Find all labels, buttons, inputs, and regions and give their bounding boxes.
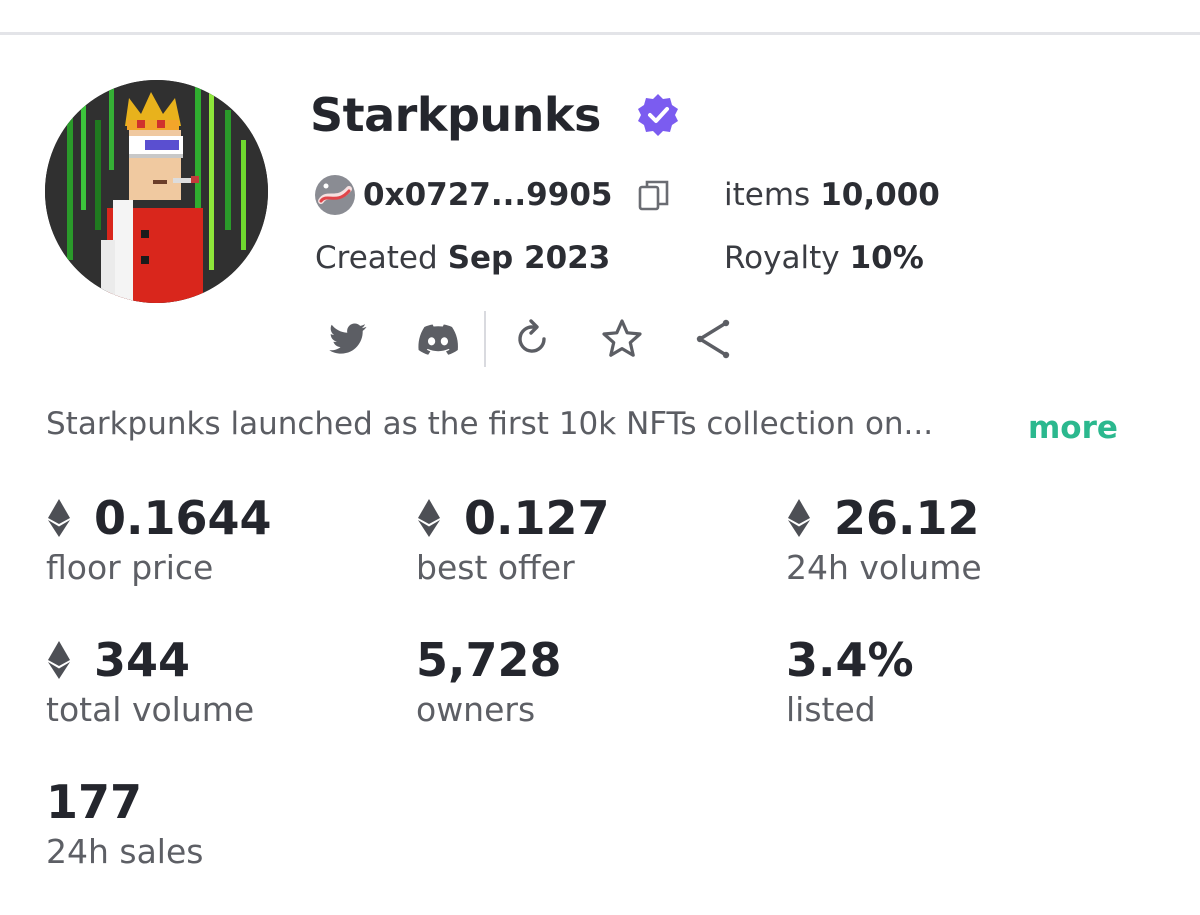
stat-value: 344 <box>94 633 191 687</box>
stat-label: listed <box>786 690 876 729</box>
stat-owners: 5,728 owners <box>416 632 562 729</box>
stat-value: 26.12 <box>834 491 980 545</box>
discord-link[interactable] <box>410 311 466 367</box>
stat-value: 177 <box>46 775 143 829</box>
stat-label: floor price <box>46 548 214 587</box>
stat-24h-sales: 177 24h sales <box>46 774 203 871</box>
stat-listed: 3.4% listed <box>786 632 914 729</box>
more-link[interactable]: more <box>1028 410 1118 446</box>
created-date: Created Sep 2023 <box>315 236 610 280</box>
collection-name: Starkpunks <box>310 88 601 142</box>
collection-description: Starkpunks launched as the first 10k NFT… <box>46 406 934 442</box>
contract-address-row: 0x0727...9905 <box>313 172 672 218</box>
twitter-icon <box>329 323 367 354</box>
star-icon <box>602 319 642 357</box>
stat-value: 0.1644 <box>94 491 272 545</box>
refresh-button[interactable] <box>504 311 560 367</box>
discord-icon <box>418 324 458 355</box>
royalty-label: Royalty <box>724 240 840 276</box>
stat-label: best offer <box>416 548 575 587</box>
avatar-image <box>45 80 268 303</box>
stat-label: 24h sales <box>46 832 204 871</box>
eth-icon <box>418 499 440 537</box>
refresh-icon <box>518 319 546 353</box>
items-count: items 10,000 <box>724 172 940 218</box>
twitter-link[interactable] <box>320 311 376 367</box>
actions-divider <box>484 311 486 367</box>
collection-avatar <box>45 80 268 303</box>
favorite-button[interactable] <box>594 311 650 367</box>
created-label: Created <box>315 240 438 276</box>
items-value: 10,000 <box>820 177 940 213</box>
share-button[interactable] <box>684 311 740 367</box>
top-divider <box>0 32 1200 35</box>
share-icon <box>696 319 730 359</box>
items-label: items <box>724 177 811 213</box>
verified-badge-icon <box>637 94 678 136</box>
copy-icon[interactable] <box>636 177 672 213</box>
stat-floor-price: 0.1644 floor price <box>46 490 272 587</box>
stat-24h-volume: 26.12 24h volume <box>786 490 982 587</box>
starknet-logo-icon <box>315 175 355 215</box>
royalty: Royalty 10% <box>724 236 924 280</box>
stat-value: 5,728 <box>416 633 562 687</box>
contract-address: 0x0727...9905 <box>363 177 613 213</box>
stat-value: 3.4% <box>786 633 914 687</box>
eth-icon <box>788 499 810 537</box>
eth-icon <box>48 499 70 537</box>
collection-title-row: Starkpunks <box>310 86 681 144</box>
collection-actions <box>320 310 740 368</box>
stat-total-volume: 344 total volume <box>46 632 254 729</box>
stat-label: total volume <box>46 690 255 729</box>
collection-page: Starkpunks 0x0727...9905 items 10,000 Cr… <box>0 0 1200 915</box>
royalty-value: 10% <box>849 240 924 276</box>
stat-label: 24h volume <box>786 548 982 587</box>
eth-icon <box>48 641 70 679</box>
stat-value: 0.127 <box>464 491 610 545</box>
stat-label: owners <box>416 690 536 729</box>
stat-best-offer: 0.127 best offer <box>416 490 610 587</box>
created-value: Sep 2023 <box>447 240 611 276</box>
